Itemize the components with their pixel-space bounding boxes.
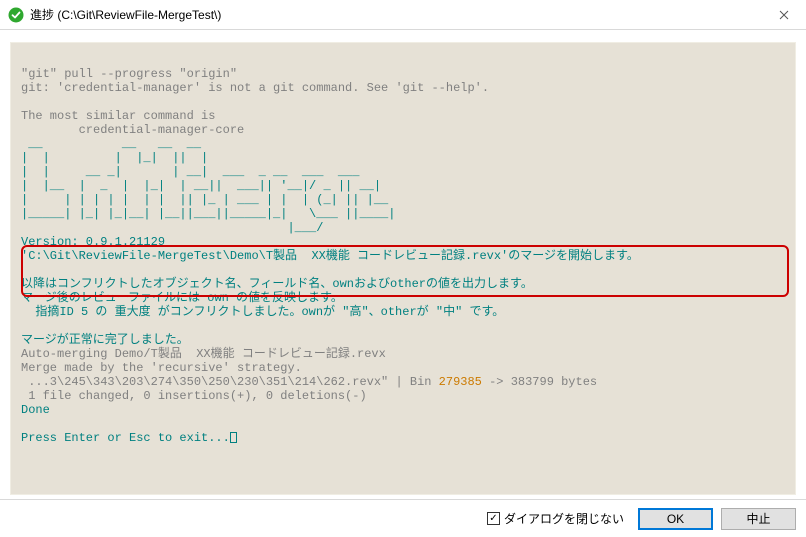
ok-button-label: OK — [667, 512, 684, 526]
console-line: Auto-merging Demo/T製品 XX機能 コードレビュー記録.rev… — [21, 347, 386, 361]
console-line: credential-manager-core — [21, 123, 244, 137]
titlebar: 進捗 (C:\Git\ReviewFile-MergeTest\) — [0, 0, 806, 30]
console-line: Merge made by the 'recursive' strategy. — [21, 361, 302, 375]
console-line: Version: 0.9.1.21129 — [21, 235, 165, 249]
ascii-art-line: |___/ — [21, 221, 323, 235]
window-close-button[interactable] — [761, 0, 806, 30]
console-line: 1 file changed, 0 insertions(+), 0 delet… — [21, 389, 367, 403]
prompt-text: Press Enter or Esc to exit... — [21, 431, 230, 445]
cursor-icon — [230, 432, 237, 443]
cancel-button[interactable]: 中止 — [721, 508, 796, 530]
check-circle-icon — [8, 7, 24, 23]
close-icon — [779, 7, 789, 23]
ascii-art-line: |_____| |_| |_|__| |__||___||_____|_| \_… — [21, 207, 395, 221]
console-output: "git" pull --progress "origin" git: 'cre… — [10, 42, 796, 495]
console-line: git: 'credential-manager' is not a git c… — [21, 81, 489, 95]
ascii-art-line: | | __ _| | __| ___ _ __ ___ ___ — [21, 165, 359, 179]
conflict-line: 指摘ID 5 の 重大度 がコンフリクトしました。ownが "高"、otherが… — [21, 305, 504, 319]
console-prompt-line: Press Enter or Esc to exit... — [21, 431, 237, 445]
dialog-footer: ✓ ダイアログを閉じない OK 中止 — [0, 499, 806, 537]
checkbox-icon: ✓ — [487, 512, 500, 525]
console-line: マージが正常に完了しました。 — [21, 333, 189, 347]
console-line: ...3\245\343\203\274\350\250\230\351\214… — [21, 375, 597, 389]
cancel-button-label: 中止 — [746, 510, 770, 527]
ascii-art-line: | |__ | _ | |_| | __|| ___|| '__|/ _ || … — [21, 179, 381, 193]
console-line: Done — [21, 403, 50, 417]
conflict-line: 以降はコンフリクトしたオブジェクト名、フィールド名、ownおよびotherの値を… — [21, 277, 533, 291]
checkmark-glyph: ✓ — [489, 514, 497, 524]
bin-suffix: -> 383799 bytes — [482, 375, 597, 389]
window-title: 進捗 (C:\Git\ReviewFile-MergeTest\) — [30, 6, 798, 23]
console-line: The most similar command is — [21, 109, 215, 123]
keep-dialog-open-label: ダイアログを閉じない — [504, 510, 624, 527]
bin-prefix: ...3\245\343\203\274\350\250\230\351\214… — [21, 375, 439, 389]
console-line: "git" pull --progress "origin" — [21, 67, 237, 81]
ascii-art-line: __ __ __ __ — [21, 137, 201, 151]
ok-button[interactable]: OK — [638, 508, 713, 530]
ascii-art-line: | | | |_| || | — [21, 151, 208, 165]
keep-dialog-open-checkbox[interactable]: ✓ ダイアログを閉じない — [487, 510, 624, 527]
bin-old-size: 279385 — [439, 375, 482, 389]
console-line: 'C:\Git\ReviewFile-MergeTest\Demo\T製品 XX… — [21, 249, 639, 263]
conflict-line: マージ後のレビューファイルには own の値を反映します。 — [21, 291, 343, 305]
ascii-art-line: | | | | | | | | || |_ | ___ | | | (_| ||… — [21, 193, 388, 207]
